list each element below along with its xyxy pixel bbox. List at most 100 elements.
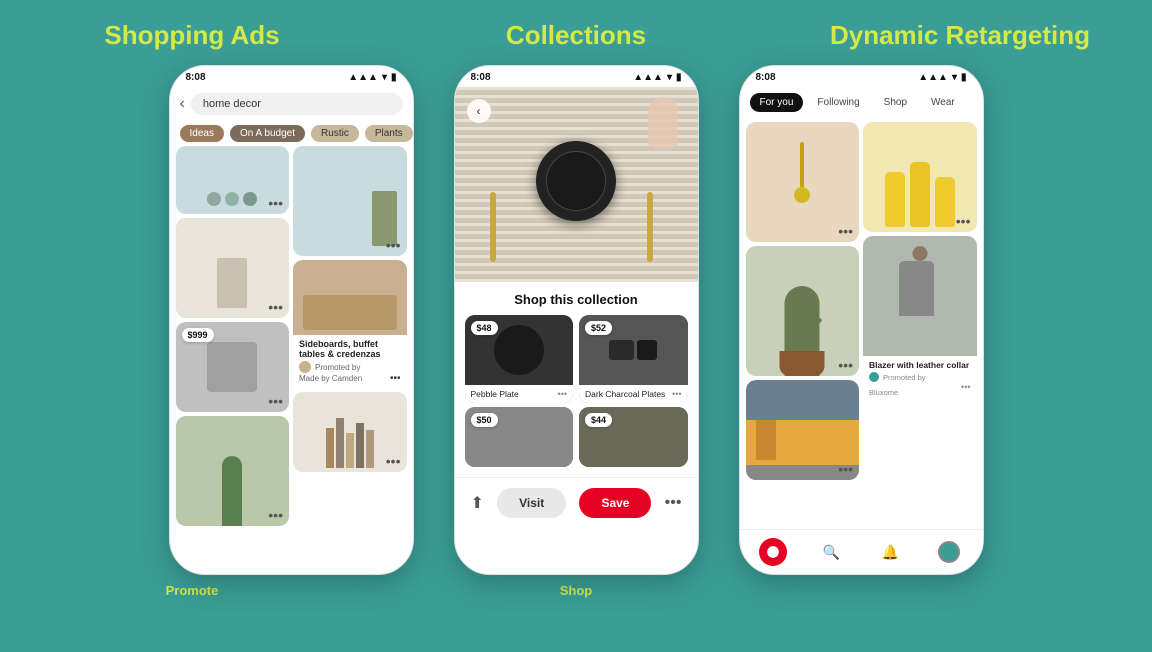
product-dots-2[interactable]: ••• bbox=[672, 389, 681, 399]
chip-budget[interactable]: On A budget bbox=[230, 125, 305, 142]
dynamic-retargeting-title: Dynamic Retargeting bbox=[790, 20, 1130, 51]
phone-dynamic-retargeting: 8:08 ▲▲▲ ▾ ▮ For you Following Shop Wear bbox=[739, 65, 984, 575]
rt-dots-1[interactable]: ••• bbox=[838, 224, 853, 238]
pin-dots-3[interactable]: ••• bbox=[268, 394, 283, 408]
retarget-col-right: ••• Blazer with leather collar bbox=[863, 122, 977, 480]
search-bar: ‹ home decor bbox=[170, 87, 413, 121]
blazer-promoted-by: Promoted by bbox=[883, 373, 926, 382]
battery-icon-2: ▮ bbox=[676, 72, 682, 83]
share-icon[interactable]: ⬆ bbox=[471, 493, 484, 513]
more-icon[interactable]: ••• bbox=[665, 494, 682, 512]
wifi-icon: ▾ bbox=[382, 72, 387, 83]
search-input[interactable]: home decor bbox=[191, 93, 403, 115]
phone1-content: ‹ home decor Ideas On A budget Rustic Pl… bbox=[170, 87, 413, 567]
phone-collections: 8:08 ▲▲▲ ▾ ▮ ‹ Sh bbox=[454, 65, 699, 575]
signal-icon: ▲▲▲ bbox=[348, 72, 378, 83]
bottom-label-2: Shop bbox=[454, 583, 699, 598]
product-name-row-2: Dark Charcoal Plates ••• bbox=[585, 389, 682, 399]
product-name-2: Dark Charcoal Plates bbox=[585, 389, 665, 399]
pinterest-home-icon[interactable] bbox=[759, 538, 787, 566]
visit-button[interactable]: Visit bbox=[497, 488, 566, 518]
pin-card-1[interactable]: ••• bbox=[176, 146, 290, 214]
collection-back-btn[interactable]: ‹ bbox=[467, 99, 491, 123]
product-cell-2[interactable]: $52 Dark Charcoal Plates ••• bbox=[579, 315, 688, 403]
status-bar-2: 8:08 ▲▲▲ ▾ ▮ bbox=[455, 66, 698, 87]
signal-icon-2: ▲▲▲ bbox=[633, 72, 663, 83]
price-2: $52 bbox=[585, 321, 612, 335]
bottom-label-3 bbox=[838, 583, 1083, 598]
pin-card-r1[interactable]: ••• bbox=[293, 146, 407, 256]
promo-avatar bbox=[299, 361, 311, 373]
battery-icon: ▮ bbox=[391, 72, 397, 83]
promoted-by-label: Promoted by bbox=[315, 363, 360, 372]
product-name-row-1: Pebble Plate ••• bbox=[471, 389, 568, 399]
pin-dots-4[interactable]: ••• bbox=[268, 508, 283, 522]
product-dots-1[interactable]: ••• bbox=[558, 389, 567, 399]
rt-card-earrings[interactable]: ••• bbox=[746, 122, 860, 242]
blazer-brand: Bluxome bbox=[869, 388, 898, 397]
promo-title: Sideboards, buffet tables & credenzas bbox=[299, 339, 401, 359]
price-badge: $999 bbox=[182, 328, 214, 342]
search-nav-icon[interactable]: 🔍 bbox=[818, 538, 846, 566]
phone3-content: For you Following Shop Wear ••• bbox=[740, 87, 983, 567]
status-icons-3: ▲▲▲ ▾ ▮ bbox=[918, 72, 966, 83]
blazer-dots[interactable]: ••• bbox=[961, 382, 970, 392]
signal-icon-3: ▲▲▲ bbox=[918, 72, 948, 83]
maker-row: Made by Camden ••• bbox=[299, 373, 401, 384]
promo-info: Sideboards, buffet tables & credenzas Pr… bbox=[293, 335, 407, 388]
rt-card-blazer[interactable]: Blazer with leather collar Promoted by B… bbox=[863, 236, 977, 404]
bell-nav-icon[interactable]: 🔔 bbox=[876, 538, 904, 566]
pin-dots-r3[interactable]: ••• bbox=[386, 454, 401, 468]
pin-card-4[interactable]: ••• bbox=[176, 416, 290, 526]
shopping-ads-title: Shopping Ads bbox=[22, 20, 362, 51]
tab-shop[interactable]: Shop bbox=[874, 93, 917, 112]
shop-title: Shop this collection bbox=[465, 292, 688, 307]
rt-card-building[interactable]: ••• bbox=[746, 380, 860, 480]
pin-dots-2[interactable]: ••• bbox=[268, 300, 283, 314]
product-cell-4[interactable]: $44 bbox=[579, 407, 688, 467]
blazer-title: Blazer with leather collar bbox=[869, 360, 971, 370]
chip-rustic[interactable]: Rustic bbox=[311, 125, 359, 142]
product-cell-3[interactable]: $50 bbox=[465, 407, 574, 467]
phones-row: 8:08 ▲▲▲ ▾ ▮ ‹ home decor Ideas On A bud… bbox=[169, 65, 984, 575]
phone2-content: ‹ Shop this collection $48 bbox=[455, 87, 698, 567]
price-4: $44 bbox=[585, 413, 612, 427]
collection-bottom-bar: ⬆ Visit Save ••• bbox=[455, 477, 698, 528]
pin-card-3[interactable]: $999 ••• bbox=[176, 322, 290, 412]
product-bottom-2: Dark Charcoal Plates ••• bbox=[579, 385, 688, 403]
shop-collection-section: Shop this collection $48 Pebble Plate ••… bbox=[455, 282, 698, 477]
pin-card-r2[interactable]: Sideboards, buffet tables & credenzas Pr… bbox=[293, 260, 407, 388]
profile-nav-icon[interactable] bbox=[935, 538, 963, 566]
save-button[interactable]: Save bbox=[579, 488, 651, 518]
tab-for-you[interactable]: For you bbox=[750, 93, 804, 112]
wifi-icon-3: ▾ bbox=[952, 72, 957, 83]
rt-card-lemonade[interactable]: ••• bbox=[863, 122, 977, 232]
bluxome-avatar bbox=[869, 372, 879, 382]
pin-dots-r1[interactable]: ••• bbox=[386, 238, 401, 252]
tab-bar: For you Following Shop Wear bbox=[740, 87, 983, 118]
status-bar-1: 8:08 ▲▲▲ ▾ ▮ bbox=[170, 66, 413, 87]
product-cell-1[interactable]: $48 Pebble Plate ••• bbox=[465, 315, 574, 403]
rt-dots-2[interactable]: ••• bbox=[838, 358, 853, 372]
chip-ideas[interactable]: Ideas bbox=[180, 125, 224, 142]
collections-title: Collections bbox=[406, 20, 746, 51]
tab-wear[interactable]: Wear bbox=[921, 93, 965, 112]
retarget-col-left: ••• ••• bbox=[746, 122, 860, 480]
bottom-label-1: Promote bbox=[70, 583, 315, 598]
masonry-grid: ••• ••• $999 ••• bbox=[170, 146, 413, 530]
phone-shopping-ads: 8:08 ▲▲▲ ▾ ▮ ‹ home decor Ideas On A bud… bbox=[169, 65, 414, 575]
chip-plants[interactable]: Plants bbox=[365, 125, 413, 142]
pin-dots-1[interactable]: ••• bbox=[268, 196, 283, 210]
time-2: 8:08 bbox=[471, 72, 491, 83]
pin-card-r3[interactable]: ••• bbox=[293, 392, 407, 472]
bottom-nav: 🔍 🔔 bbox=[740, 529, 983, 567]
rt-dots-r1[interactable]: ••• bbox=[956, 214, 971, 228]
rt-card-cactus[interactable]: ••• bbox=[746, 246, 860, 376]
pin-card-2[interactable]: ••• bbox=[176, 218, 290, 318]
time-3: 8:08 bbox=[756, 72, 776, 83]
back-button[interactable]: ‹ bbox=[180, 95, 185, 113]
rt-dots-3[interactable]: ••• bbox=[838, 462, 853, 476]
tab-following[interactable]: Following bbox=[807, 93, 869, 112]
promo-dots[interactable]: ••• bbox=[390, 373, 401, 384]
price-1: $48 bbox=[471, 321, 498, 335]
